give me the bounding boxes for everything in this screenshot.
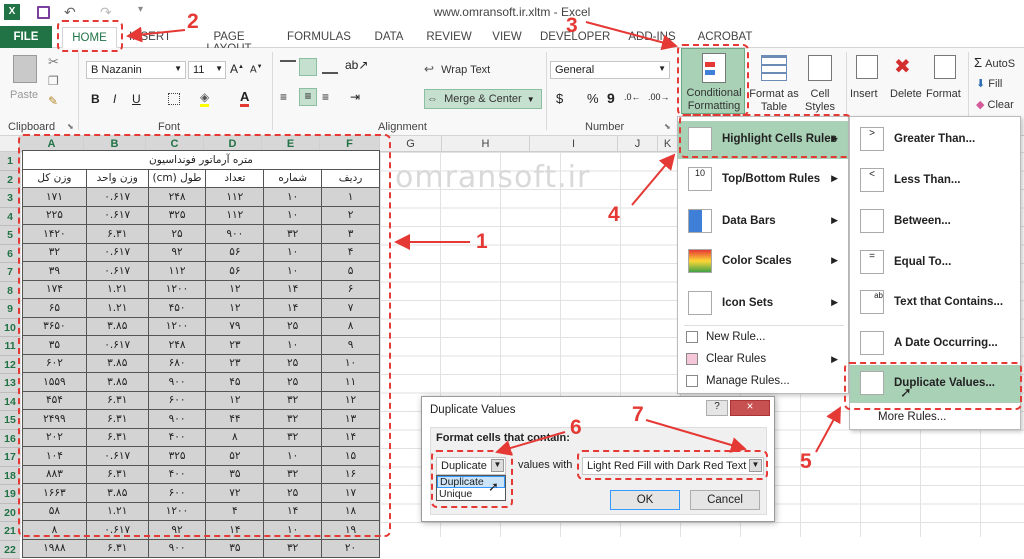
table-cell[interactable]: ۹۰۰ [148, 539, 206, 558]
table-cell[interactable]: ۳۵ [206, 539, 264, 558]
arrow-5 [816, 408, 840, 452]
arrow-3 [586, 22, 676, 46]
table-cell[interactable]: ۳۲ [264, 539, 322, 558]
callout-number-3: 3 [566, 14, 578, 38]
table-cell[interactable]: ۲۰ [322, 539, 380, 558]
arrow-6 [497, 432, 565, 452]
arrow-4 [632, 155, 674, 205]
callout-arrows [0, 0, 1024, 537]
arrow-7 [646, 420, 745, 449]
callout-number-4: 4 [608, 203, 620, 227]
callout-number-6: 6 [570, 416, 582, 440]
callout-number-5: 5 [800, 450, 812, 474]
callout-number-1: 1 [476, 230, 488, 254]
callout-number-7: 7 [632, 403, 644, 427]
arrow-2 [128, 30, 185, 36]
table-row: ۱۹۸۸۶.۳۱۹۰۰۳۵۳۲۲۰ [23, 539, 380, 558]
table-cell[interactable]: ۱۹۸۸ [23, 539, 87, 558]
callout-number-2: 2 [187, 10, 199, 34]
table-cell[interactable]: ۶.۳۱ [86, 539, 148, 558]
row-header[interactable]: 22 [0, 541, 20, 559]
